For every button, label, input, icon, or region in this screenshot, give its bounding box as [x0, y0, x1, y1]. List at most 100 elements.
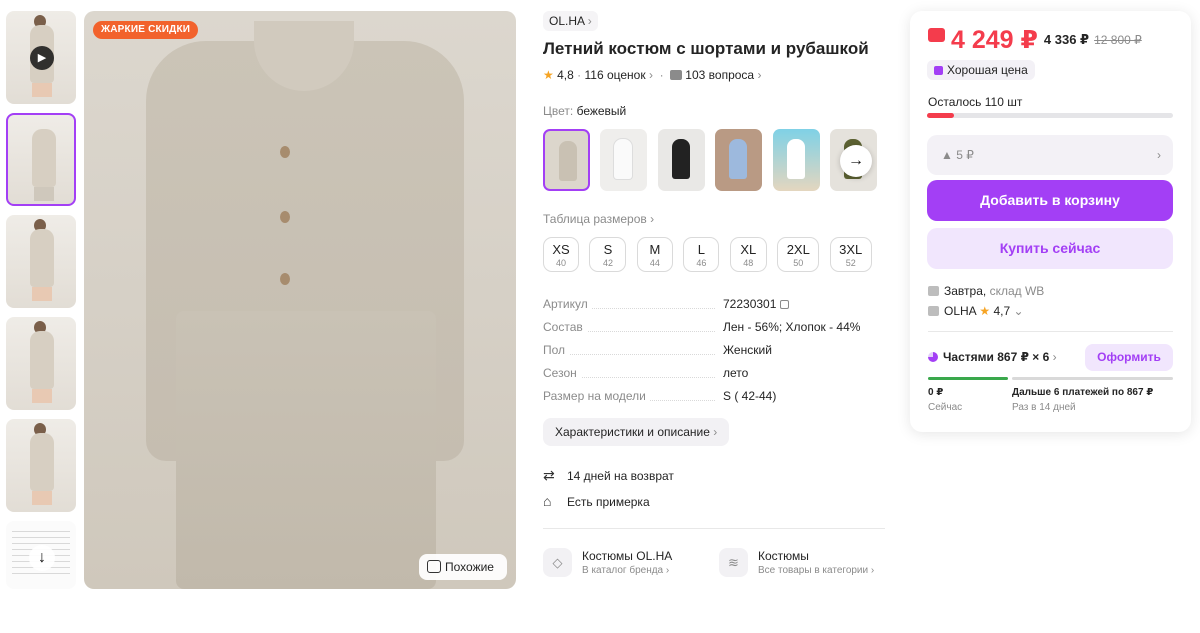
size-option[interactable]: 3XL 52	[829, 237, 872, 272]
rating-value: 4,8	[557, 68, 574, 82]
arrow-right-icon[interactable]: →	[840, 145, 872, 177]
size-option[interactable]: 2XL 50	[777, 237, 820, 272]
thumbnail-1[interactable]	[6, 113, 76, 206]
installment-icon	[928, 352, 938, 362]
thumbnail-4[interactable]	[6, 419, 76, 512]
param-value: 72230301	[723, 297, 790, 311]
size-label: S	[603, 242, 613, 257]
size-option[interactable]: S 42	[589, 237, 627, 272]
color-swatch-white[interactable]	[600, 129, 648, 191]
size-ru: 46	[696, 258, 707, 268]
questions-count: 103 вопроса	[685, 68, 755, 82]
color-swatches	[543, 129, 878, 191]
thumbnail-size-chart[interactable]: ↓	[6, 521, 76, 589]
main-product-image[interactable]	[84, 11, 516, 589]
size-option[interactable]: M 44	[636, 237, 673, 272]
size-option[interactable]: XS 40	[543, 237, 579, 272]
good-price-badge: Хорошая цена	[927, 60, 1035, 80]
size-ru: 50	[793, 258, 804, 268]
product-title: Летний костюм с шортами и рубашкой	[543, 39, 869, 58]
characteristics-button[interactable]: Характеристики и описание ›	[543, 418, 730, 446]
size-option[interactable]: XL 48	[729, 237, 767, 272]
thumbnail-list: ▶ ↓	[6, 11, 78, 598]
feature-label: 14 дней на возврат	[567, 469, 674, 483]
tag-icon: ◇	[543, 548, 572, 577]
color-swatch-black[interactable]	[657, 129, 705, 191]
divider	[543, 528, 885, 529]
warehouse-icon	[928, 286, 939, 296]
up-arrow-icon: ▲	[941, 148, 953, 162]
seller-info[interactable]: OLHA ★ 4,7 ⌄	[928, 304, 1024, 318]
stock-bar-fill	[927, 113, 955, 118]
pay-now-amount: 0 ₽	[928, 387, 944, 398]
color-swatch-beige[interactable]	[543, 129, 590, 191]
rating-row: ★ 4,8 · 116 оценок › · 103 вопроса ›	[543, 68, 762, 82]
color-swatch-white-beach[interactable]	[772, 129, 820, 191]
param-key: Размер на модели	[543, 389, 650, 403]
copy-icon[interactable]	[780, 300, 790, 309]
size-label: 3XL	[839, 242, 863, 257]
size-ru: 42	[602, 258, 613, 268]
star-icon: ★	[543, 68, 554, 82]
size-list: XS 40 S 42 M 44 L 46 XL 48 2XL 50 3XL 52	[543, 237, 876, 272]
param-value: лето	[723, 366, 749, 380]
feature-fitting: ⌂ Есть примерка	[543, 493, 650, 509]
thumb-up-icon	[934, 66, 943, 75]
param-value: Женский	[723, 343, 772, 357]
brand-catalog-title: Костюмы OL.HA	[582, 549, 673, 563]
layers-icon: ≋	[719, 548, 748, 577]
stock-bar	[927, 113, 1173, 118]
feature-return: ⇄ 14 дней на возврат	[543, 467, 674, 484]
chevron-right-icon: ›	[1052, 350, 1057, 364]
thumbnail-video[interactable]: ▶	[6, 11, 76, 104]
product-page: ▶ ↓ ЖАРКИЕ СКИДКИ Похожие OL.HA › Летний	[0, 0, 1200, 633]
add-to-cart-button[interactable]: Добавить в корзину	[927, 180, 1173, 221]
buy-card: 4 249 ₽ 4 336 ₽ 12 800 ₽ Хорошая цена Оста…	[910, 11, 1191, 432]
quantity-selector[interactable]: ▲ 5 ₽ ›	[927, 135, 1173, 175]
size-option[interactable]: L 46	[683, 237, 720, 272]
thumbnail-2[interactable]	[6, 215, 76, 308]
param-key: Состав	[543, 320, 587, 334]
color-swatch-blue[interactable]	[715, 129, 763, 191]
installments-text: Частями 867 ₽ × 6	[943, 350, 1050, 364]
size-ru: 44	[649, 258, 660, 268]
param-value: S ( 42-44)	[723, 389, 777, 403]
thumbnail-3[interactable]	[6, 317, 76, 410]
chevron-right-icon: ›	[648, 68, 653, 82]
size-ru: 40	[555, 258, 566, 268]
price-current: 4 249 ₽	[951, 26, 1038, 54]
return-icon: ⇄	[543, 467, 555, 483]
payment-bar-later	[1012, 377, 1173, 380]
chevron-down-icon: ⌄	[1013, 304, 1024, 318]
similar-button[interactable]: Похожие	[419, 554, 507, 580]
delivery-where: склад WB	[989, 284, 1045, 298]
size-label: XS	[552, 242, 570, 257]
brand-catalog-sub: В каталог бренда ›	[582, 565, 670, 576]
arrow-down-icon[interactable]: ↓	[29, 545, 55, 571]
similar-icon	[427, 560, 441, 573]
brand-link[interactable]: OL.HA ›	[543, 11, 598, 31]
star-icon: ★	[979, 304, 991, 318]
price-row: 4 249 ₽ 4 336 ₽ 12 800 ₽	[928, 25, 1142, 55]
size-table-link[interactable]: Таблица размеров ›	[543, 212, 654, 226]
param-row: Сезон лето	[543, 364, 883, 387]
hot-sale-badge: ЖАРКИЕ СКИДКИ	[93, 21, 199, 39]
price-old: 12 800 ₽	[1094, 33, 1142, 47]
seller-name: OLHA	[944, 304, 977, 318]
chevron-right-icon: ›	[713, 425, 718, 439]
param-row: Размер на модели S ( 42-44)	[543, 387, 883, 410]
reviews-link[interactable]: 116 оценок ›	[584, 68, 652, 82]
store-icon	[928, 306, 939, 316]
article-number[interactable]: 72230301	[723, 297, 776, 311]
buy-now-button[interactable]: Купить сейчас	[927, 228, 1173, 269]
brand-catalog-sub-text: В каталог бренда	[582, 565, 664, 576]
size-label: XL	[740, 242, 757, 257]
color-key: Цвет:	[543, 104, 574, 118]
play-icon[interactable]: ▶	[30, 46, 54, 70]
installments-label[interactable]: Частями 867 ₽ × 6 ›	[928, 350, 1057, 364]
installments-button[interactable]: Оформить	[1085, 344, 1173, 371]
size-ru: 48	[743, 258, 754, 268]
payment-now: 0 ₽ Сейчас	[928, 387, 962, 413]
questions-link[interactable]: 103 вопроса ›	[670, 68, 761, 82]
color-value: бежевый	[576, 104, 627, 118]
